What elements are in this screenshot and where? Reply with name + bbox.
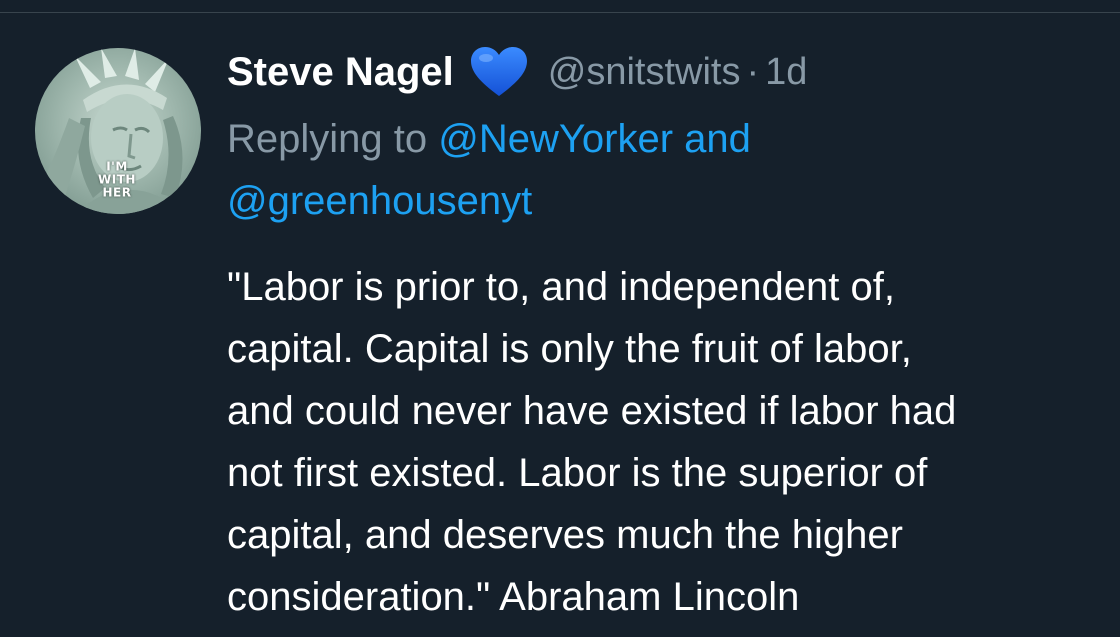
replying-to-label: Replying to bbox=[227, 117, 428, 161]
blue-heart-icon bbox=[470, 46, 528, 98]
replying-to: Replying to @NewYorker and @greenhouseny… bbox=[227, 108, 1107, 232]
top-divider bbox=[0, 12, 1120, 13]
tweet-header: Steve Nagel @snitstwits · 1d bbox=[227, 42, 807, 102]
user-handle[interactable]: @snitstwits bbox=[548, 51, 741, 94]
display-name[interactable]: Steve Nagel bbox=[227, 50, 454, 95]
avatar[interactable]: I'M WITH HER bbox=[35, 48, 201, 214]
mention-conjunction[interactable]: and bbox=[684, 117, 751, 161]
mention-newyorker[interactable]: @NewYorker bbox=[438, 117, 673, 161]
timestamp[interactable]: 1d bbox=[765, 51, 807, 94]
separator-dot: · bbox=[746, 50, 760, 93]
avatar-badge-text: I'M WITH HER bbox=[98, 159, 136, 200]
tweet-text: "Labor is prior to, and independent of, … bbox=[227, 265, 957, 619]
mention-greenhousenyt[interactable]: @greenhousenyt bbox=[227, 179, 532, 223]
